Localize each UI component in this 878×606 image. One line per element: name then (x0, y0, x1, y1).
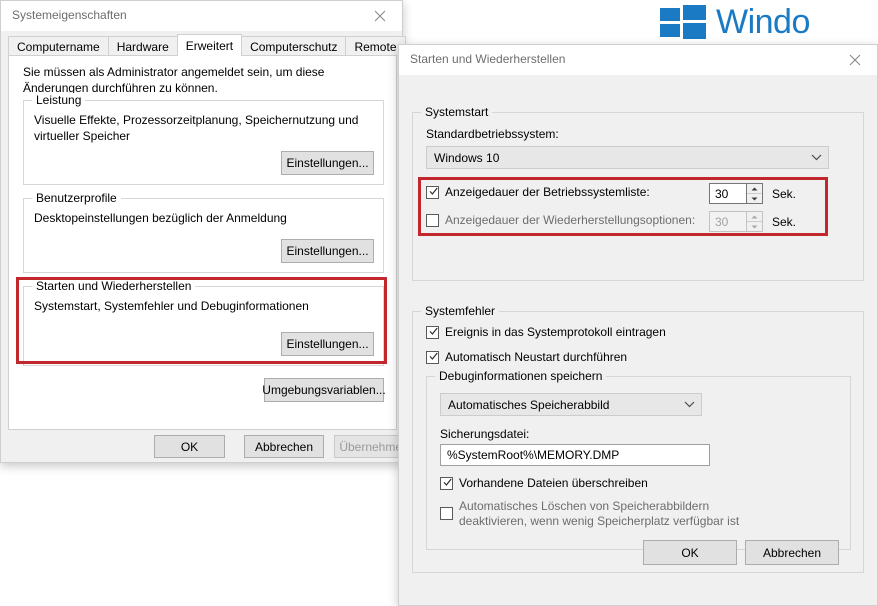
leistung-einstellungen-button[interactable]: Einstellungen... (281, 151, 374, 175)
chevron-down-icon (677, 401, 701, 408)
group-starten-description: Systemstart, Systemfehler und Debuginfor… (34, 299, 309, 313)
recovery-timeout-label: Anzeigedauer der Wiederherstellungsoptio… (445, 213, 696, 227)
dump-file-label: Sicherungsdatei: (440, 427, 530, 441)
dump-file-input[interactable]: %SystemRoot%\MEMORY.DMP (440, 444, 710, 466)
group-benutzerprofile-legend: Benutzerprofile (32, 191, 121, 205)
starten-einstellungen-button[interactable]: Einstellungen... (281, 332, 374, 356)
sysprops-cancel-button[interactable]: Abbrechen (244, 435, 324, 458)
os-list-timeout-checkbox[interactable] (426, 186, 439, 199)
group-starten-und-wiederherstellen: Starten und Wiederherstellen Systemstart… (23, 279, 384, 366)
system-properties-dialog: Systemeigenschaften Computername Hardwar… (0, 0, 414, 463)
overwrite-checkbox[interactable] (440, 477, 453, 490)
os-list-timeout-label: Anzeigedauer der Betriebssystemliste: (445, 185, 650, 199)
write-event-checkbox[interactable] (426, 326, 439, 339)
disable-autodelete-checkbox-row[interactable]: Automatisches Löschen von Speicherabbild… (440, 499, 759, 529)
group-benutzerprofile-description: Desktopeinstellungen bezüglich der Anmel… (34, 211, 287, 225)
dump-type-value: Automatisches Speicherabbild (448, 397, 610, 412)
system-properties-titlebar: Systemeigenschaften (1, 1, 402, 31)
write-event-checkbox-row[interactable]: Ereignis in das Systemprotokoll eintrage… (426, 325, 666, 340)
group-leistung-description: Visuelle Effekte, Prozessorzeitplanung, … (34, 113, 359, 143)
system-properties-title: Systemeigenschaften (12, 8, 127, 22)
group-debuginformationen: Debuginformationen speichern Automatisch… (426, 369, 851, 550)
check-icon (428, 326, 439, 337)
recovery-timeout-stepper: 30 (709, 211, 763, 232)
tab-page-erweitert: Sie müssen als Administrator angemeldet … (8, 55, 397, 430)
tab-computername[interactable]: Computername (8, 36, 109, 56)
recovery-timeout-value: 30 (709, 211, 746, 232)
group-starten-legend: Starten und Wiederherstellen (32, 279, 196, 293)
startup-recovery-dialog: Starten und Wiederherstellen Systemstart… (398, 44, 878, 606)
tab-erweitert[interactable]: Erweitert (176, 34, 243, 56)
stepper-up-icon (747, 212, 762, 222)
default-os-value: Windows 10 (434, 150, 500, 165)
group-systemstart-legend: Systemstart (421, 105, 493, 119)
group-systemfehler: Systemfehler Ereignis in das Systemproto… (412, 304, 864, 573)
startup-recovery-title: Starten und Wiederherstellen (410, 52, 566, 66)
windows-wordmark: Windo (716, 2, 810, 41)
check-icon (442, 477, 453, 488)
overwrite-checkbox-row[interactable]: Vorhandene Dateien überschreiben (440, 476, 648, 491)
auto-restart-label: Automatisch Neustart durchführen (445, 350, 628, 364)
check-icon (428, 351, 439, 362)
dump-type-select[interactable]: Automatisches Speicherabbild (440, 393, 702, 416)
group-leistung-legend: Leistung (32, 93, 86, 107)
tab-remote[interactable]: Remote (345, 36, 406, 56)
recovery-timeout-checkbox[interactable] (426, 214, 439, 227)
default-os-select[interactable]: Windows 10 (426, 146, 829, 169)
recovery-timeout-checkbox-row[interactable]: Anzeigedauer der Wiederherstellungsoptio… (426, 213, 695, 228)
startup-cancel-button[interactable]: Abbrechen (745, 540, 839, 565)
umgebungsvariablen-button[interactable]: Umgebungsvariablen... (262, 378, 386, 402)
stepper-up-icon[interactable] (747, 184, 762, 194)
auto-restart-checkbox[interactable] (426, 351, 439, 364)
os-list-timeout-unit: Sek. (772, 187, 797, 201)
benutzerprofile-einstellungen-button[interactable]: Einstellungen... (281, 239, 374, 263)
os-list-timeout-checkbox-row[interactable]: Anzeigedauer der Betriebssystemliste: (426, 185, 650, 200)
os-list-timeout-value[interactable]: 30 (709, 183, 746, 204)
sysprops-ok-button[interactable]: OK (154, 435, 225, 458)
startup-recovery-titlebar: Starten und Wiederherstellen (399, 45, 877, 75)
auto-restart-checkbox-row[interactable]: Automatisch Neustart durchführen (426, 350, 627, 365)
group-leistung: Leistung Visuelle Effekte, Prozessorzeit… (23, 93, 384, 185)
group-benutzerprofile: Benutzerprofile Desktopeinstellungen bez… (23, 191, 384, 273)
windows-logo-icon (660, 5, 706, 39)
group-systemfehler-legend: Systemfehler (421, 304, 500, 318)
stepper-down-icon (747, 222, 762, 231)
disable-autodelete-label: Automatisches Löschen von Speicherabbild… (459, 499, 740, 528)
startup-ok-button[interactable]: OK (643, 540, 737, 565)
default-os-label: Standardbetriebssystem: (426, 127, 559, 141)
check-icon (428, 186, 439, 197)
write-event-label: Ereignis in das Systemprotokoll eintrage… (445, 325, 666, 339)
windows-branding-banner: Windo (660, 0, 878, 44)
chevron-down-icon (804, 154, 828, 161)
close-icon[interactable] (358, 1, 402, 31)
system-properties-tabstrip[interactable]: Computername Hardware Erweitert Computer… (8, 34, 406, 56)
tab-computerschutz[interactable]: Computerschutz (241, 36, 347, 56)
group-systemstart: Systemstart Standardbetriebssystem: Wind… (412, 105, 864, 281)
administrator-note: Sie müssen als Administrator angemeldet … (23, 65, 325, 95)
stepper-down-icon[interactable] (747, 194, 762, 203)
overwrite-label: Vorhandene Dateien überschreiben (459, 476, 648, 490)
group-debuginformationen-legend: Debuginformationen speichern (435, 369, 607, 383)
tab-hardware[interactable]: Hardware (107, 36, 178, 56)
close-icon[interactable] (833, 45, 877, 75)
disable-autodelete-checkbox[interactable] (440, 507, 453, 520)
recovery-timeout-unit: Sek. (772, 215, 797, 229)
os-list-timeout-stepper[interactable]: 30 (709, 183, 763, 204)
